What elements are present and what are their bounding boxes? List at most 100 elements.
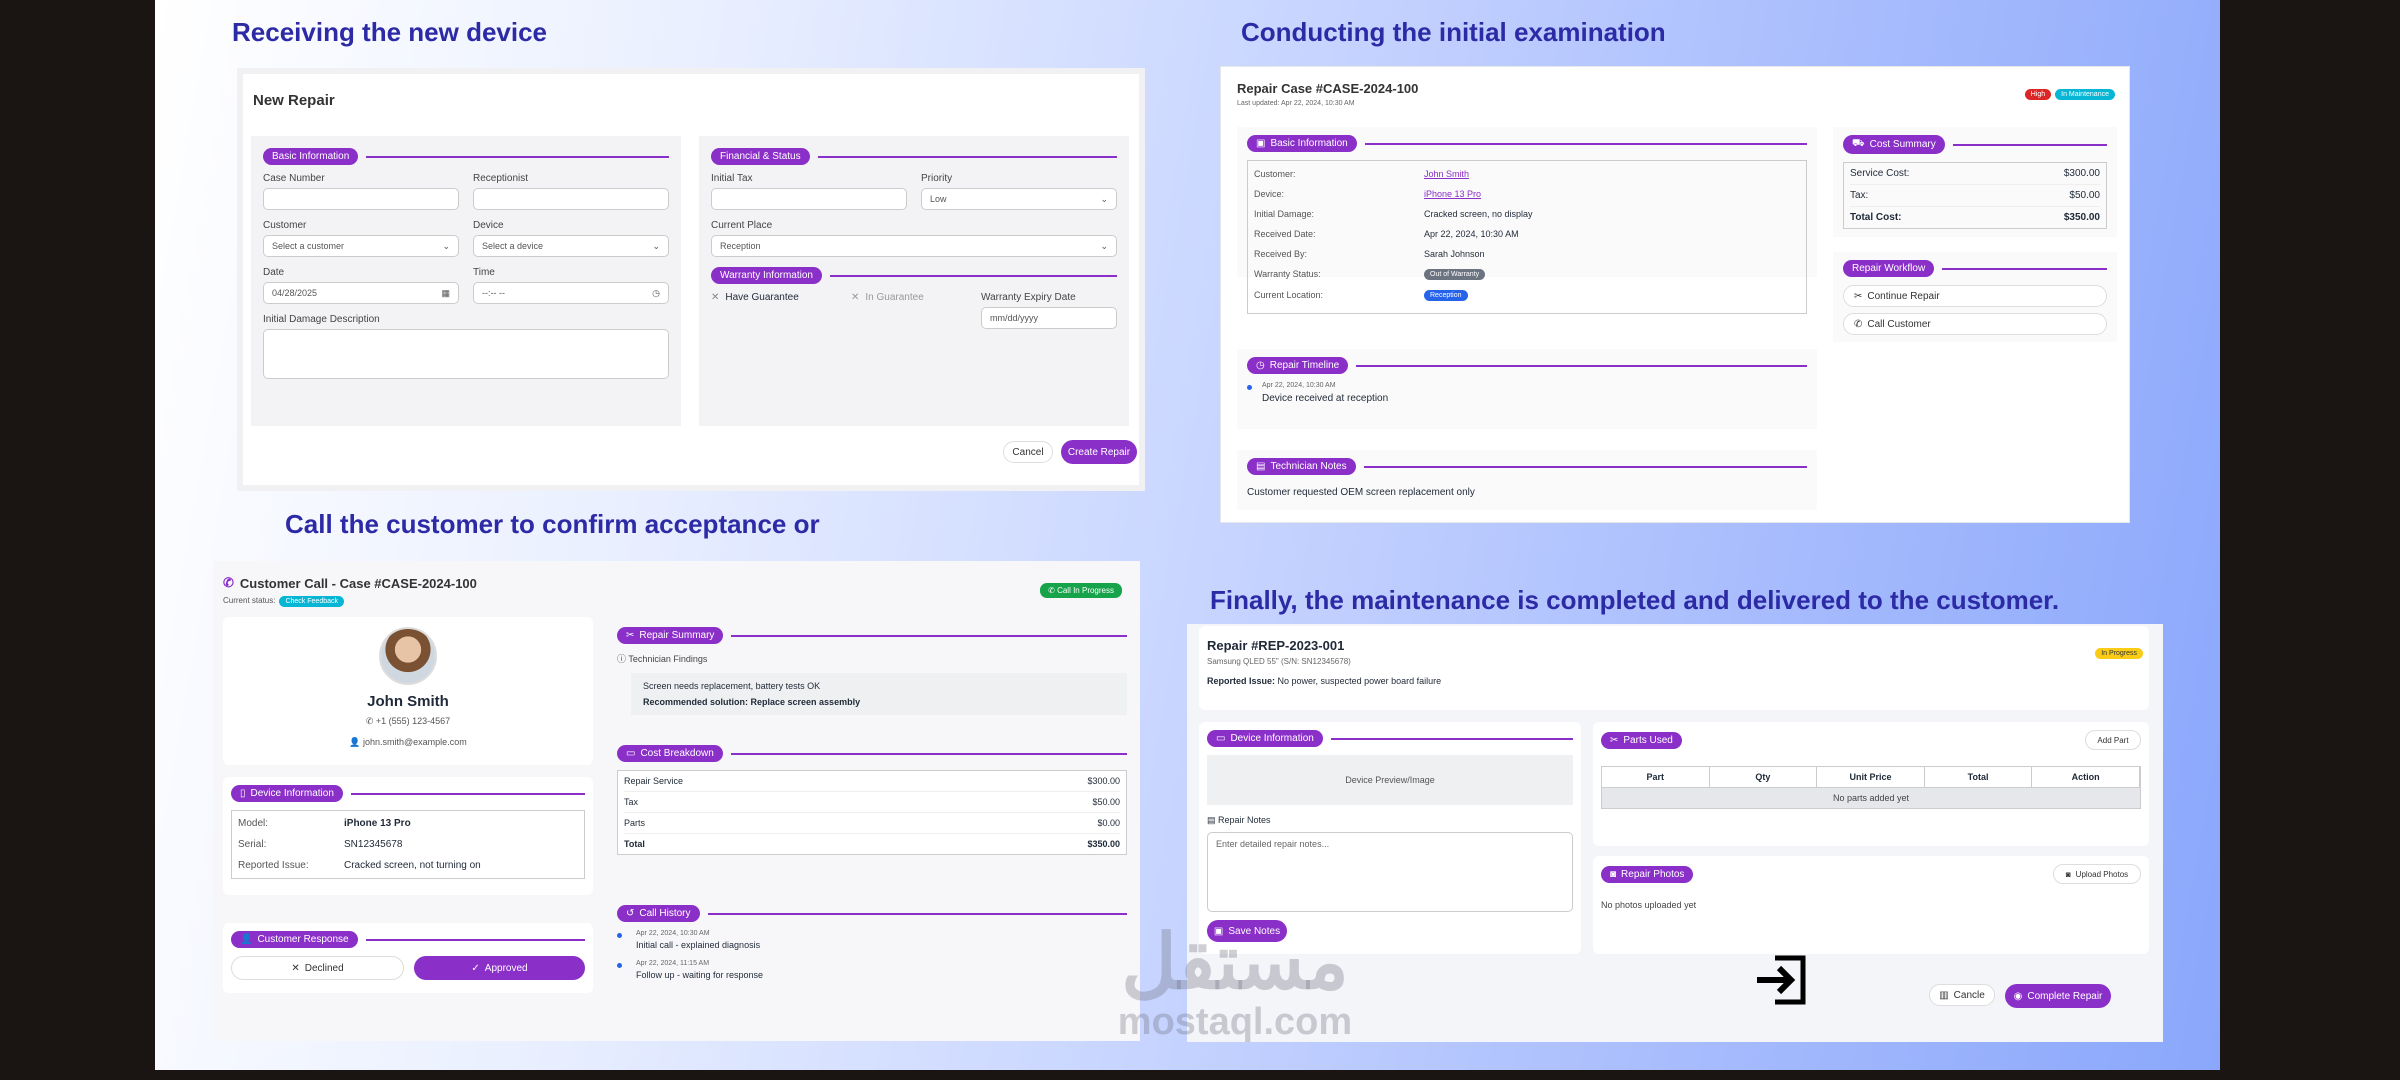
cart-icon: ⛟ [1852, 138, 1865, 149]
case-number-input[interactable] [263, 188, 459, 210]
call-device-panel: ▯ Device Information Model: iPhone 13 Pro … [223, 777, 593, 895]
date-value: 04/28/2025 [272, 288, 318, 298]
current-place-label: Current Place [711, 220, 773, 231]
response-pill: 👤 Customer Response [231, 931, 358, 948]
camera-icon: ◙ [2065, 869, 2071, 879]
info-icon: ▣ [1256, 138, 1266, 149]
customer-name: John Smith [367, 693, 449, 710]
time-input[interactable]: --:-- -- ◷ [473, 282, 669, 304]
customer-select[interactable]: Select a customer ⌄ [263, 235, 459, 257]
complete-repair-button[interactable]: ◉ Complete Repair [2005, 984, 2111, 1008]
case-info-value: Sarah Johnson [1424, 249, 1485, 259]
recommendation-text: Recommended solution: Replace screen ass… [643, 697, 861, 707]
save-icon: ▣ [1213, 925, 1224, 937]
new-repair-title: New Repair [253, 92, 335, 109]
phone-icon: ✆ [365, 716, 374, 726]
breakdown-pill: ▭ Cost Breakdown [617, 745, 723, 762]
cancel-button[interactable]: ▥ Cancle [1929, 984, 1995, 1006]
heading-receiving: Receiving the new device [232, 17, 548, 47]
camera-icon: ◙ [1610, 868, 1617, 880]
case-info-value: Reception [1424, 290, 1468, 301]
model-label: Model: [238, 818, 269, 829]
basic-info-panel: Basic Information Case Number Receptioni… [251, 136, 681, 426]
tax-value: $50.00 [1092, 797, 1120, 807]
continue-repair-button[interactable]: ✂ Continue Repair [1843, 285, 2107, 307]
calendar-icon[interactable]: ▦ [441, 288, 450, 299]
parts-column-header: Total [1925, 767, 2033, 787]
in-guarantee-checkbox[interactable]: ✕ [851, 292, 859, 303]
damage-textarea[interactable] [263, 329, 669, 379]
current-place-select[interactable]: Reception ⌄ [711, 235, 1117, 257]
have-guarantee-checkbox[interactable]: ✕ [711, 292, 719, 303]
declined-button[interactable]: ✕ Declined [231, 956, 404, 980]
case-info-row: Received Date: Apr 22, 2024, 10:30 AM [1254, 224, 1800, 244]
final-header: Repair #REP-2023-001 Samsung QLED 55" (S… [1199, 626, 2149, 710]
serial-value: SN12345678 [344, 839, 403, 850]
have-guarantee-label: Have Guarantee [725, 292, 799, 303]
warranty-expiry-input[interactable]: mm/dd/yyyy [981, 307, 1117, 329]
save-notes-button[interactable]: ▣ Save Notes [1207, 920, 1287, 942]
upload-photos-button[interactable]: ◙ Upload Photos [2053, 864, 2141, 884]
date-label: Date [263, 267, 285, 278]
history-pill: ↺ Call History [617, 905, 700, 922]
receptionist-input[interactable] [473, 188, 669, 210]
final-issue: Reported Issue: No power, suspected powe… [1207, 676, 1442, 686]
date-input[interactable]: 04/28/2025 ▦ [263, 282, 459, 304]
cost-summary-panel: ⛟ Cost Summary Service Cost: $300.00 Tax: $… [1833, 127, 2117, 237]
case-info-row: Warranty Status: Out of Warranty [1254, 264, 1800, 285]
warranty-expiry-label: Warranty Expiry Date [981, 292, 1076, 303]
presentation-slide: Receiving the new device Conducting the … [155, 0, 2220, 1070]
case-info-value: Out of Warranty [1424, 269, 1486, 280]
basic-info-pill: Basic Information [263, 148, 359, 165]
case-info-value[interactable]: John Smith [1424, 169, 1469, 179]
exit-icon[interactable] [1753, 954, 1807, 1006]
case-number-label: Case Number [263, 173, 325, 184]
tax-label: Tax [624, 797, 639, 807]
priority-select[interactable]: Low ⌄ [921, 188, 1117, 210]
case-info-value[interactable]: iPhone 13 Pro [1424, 189, 1481, 199]
clock-icon[interactable]: ◷ [652, 288, 660, 299]
tech-notes-panel: ▤ Technician Notes Customer requested OEM… [1237, 450, 1817, 510]
customer-email: 👤 john.smith@example.com [349, 737, 467, 747]
new-repair-screen: New Repair Basic Information Case Number… [237, 68, 1145, 491]
case-info-row: Initial Damage: Cracked screen, no displa… [1254, 204, 1800, 224]
initial-tax-input[interactable] [711, 188, 907, 210]
current-place-value: Reception [720, 241, 761, 251]
photos-pill: ◙ Repair Photos [1601, 865, 1694, 883]
tech-notes-text: Customer requested OEM screen replacemen… [1247, 487, 1475, 498]
priority-value: Low [930, 194, 947, 204]
final-device-panel: ▭ Device Information Device Preview/Image… [1199, 722, 1581, 954]
timeline-panel: ◷ Repair Timeline Apr 22, 2024, 10:30 AM D… [1237, 349, 1817, 429]
service-value: $300.00 [1087, 776, 1120, 786]
phone-icon: ✆ [1854, 318, 1863, 330]
cost-breakdown-panel: ▭ Cost Breakdown Repair Service $300.00 Ta… [613, 741, 1131, 865]
customer-response-panel: 👤 Customer Response ✕ Declined ✓ Approved [223, 923, 593, 993]
repair-notes-textarea[interactable]: Enter detailed repair notes... [1207, 832, 1573, 912]
chevron-down-icon: ⌄ [1100, 240, 1108, 251]
timeline-text: Device received at reception [1262, 393, 1389, 404]
call-history-panel: ↺ Call History Apr 22, 2024, 10:30 AM Init… [613, 901, 1131, 1031]
status-badge: In Maintenance [2055, 89, 2115, 100]
document-icon: ▤ [1256, 461, 1266, 472]
findings-label: ⓘ Technician Findings [617, 654, 708, 664]
create-repair-button[interactable]: Create Repair [1061, 440, 1137, 464]
device-select[interactable]: Select a device ⌄ [473, 235, 669, 257]
call-customer-button[interactable]: ✆ Call Customer [1843, 313, 2107, 335]
priority-label: Priority [921, 173, 953, 184]
case-info-key: Received By: [1254, 249, 1308, 259]
approved-button[interactable]: ✓ Approved [414, 956, 585, 980]
cancel-button[interactable]: Cancel [1003, 441, 1053, 463]
timeline-dot [1247, 385, 1252, 390]
call-progress-badge: ✆ Call In Progress [1040, 583, 1122, 598]
add-part-button[interactable]: Add Part [2085, 730, 2141, 750]
repair-case-screen: Repair Case #CASE-2024-100 Last updated:… [1220, 66, 2130, 523]
case-info-value: Cracked screen, no display [1424, 209, 1533, 219]
heading-final: Finally, the maintenance is completed an… [1210, 585, 2060, 615]
initial-tax-label: Initial Tax [711, 173, 753, 184]
chevron-down-icon: ⌄ [1100, 193, 1108, 204]
heading-call: Call the customer to confirm acceptance … [285, 509, 820, 539]
parts-column-header: Unit Price [1817, 767, 1925, 787]
photos-panel: ◙ Repair Photos ◙ Upload Photos No photos … [1593, 856, 2149, 954]
case-basic-info-pill: ▣ Basic Information [1247, 135, 1357, 152]
case-title: Repair Case #CASE-2024-100 [1237, 81, 1419, 96]
